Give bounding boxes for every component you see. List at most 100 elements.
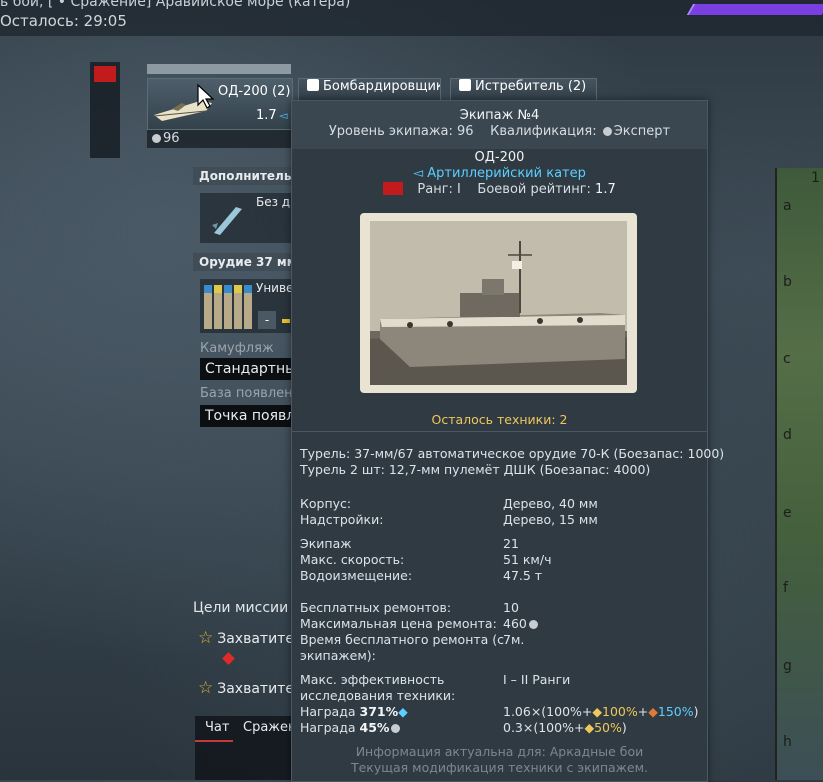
active-tab-underline [195,740,233,742]
qualification-label: Квалификация: [490,124,597,139]
star-icon: ☆ [198,628,214,648]
crew-title: Экипаж №4 [459,108,540,123]
vehicle-photo [360,213,637,393]
stat-label: Макс. эффективность [300,672,445,687]
section-additional: Дополнительно [193,167,291,185]
camouflage-select[interactable]: Стандартный [200,358,297,380]
stat-value: 460 [503,616,540,631]
reward-sl-label: Награда 45% [300,720,402,735]
map-grid-label: f [783,580,788,596]
map-grid-label: b [783,274,792,290]
vehicles-remaining: Осталось техники: 2 [431,412,568,427]
battle-rating-value: 1.7 [595,182,616,197]
section-gun: Орудие 37 мм [193,253,291,271]
map-grid-label: 1 [811,170,820,186]
silver-lions-icon [391,724,401,733]
stat-label: экипажем): [300,648,376,663]
tab-chat[interactable]: Чат [205,720,229,735]
slot-ammo[interactable]: Униве - [200,279,294,333]
vehicle-tooltip: Экипаж №4 Уровень экипажа: 96 Квалификац… [291,100,724,782]
map-grid-label: h [783,734,792,750]
qualification-value: Эксперт [613,124,671,139]
nation-column [90,62,120,158]
boat-photo-image [370,221,627,385]
stat-value: 10 [503,600,519,615]
vehicle-class: ◅ Артиллерийский катер [413,166,586,181]
vehicle-name-title: ОД-200 [474,150,525,165]
reward-sl-formula: 0.3×(100%+◆50%) [503,720,627,735]
dice-icon [459,79,471,91]
premium-icon: ◆ [592,704,603,719]
tooltip-divider [292,431,707,432]
stat-label: Экипаж [300,536,352,551]
vehicle-name: ОД-200 (2) [218,84,291,99]
reward-rp-pct: 371% [359,704,399,719]
chat-panel: Чат Сражен [195,716,297,780]
reward-rp-label: Награда 371%◆ [300,704,408,719]
stat-value: Дерево, 15 мм [503,512,598,527]
info-footer: Текущая модификация техники с экипажем. [350,760,649,775]
crew-gear-icon [152,134,161,143]
ammo-belt-icon [204,285,252,329]
stat-label: Макс. скорость: [300,552,405,567]
ammo-decrease-button[interactable]: - [258,311,276,329]
map-grid-label: e [783,505,792,521]
map-grid-label: c [783,351,791,367]
camouflage-label: Камуфляж [200,341,274,356]
boat-class-icon: ◅ [279,109,288,122]
star-icon: ☆ [198,678,214,698]
slot-additional[interactable]: Без д [200,193,292,243]
reward-sl-pct: 45% [359,720,390,735]
stat-label: Корпус: [300,496,352,511]
ammo-amount-bar [282,319,290,323]
torpedo-icon [212,207,242,235]
vehicle-slot-header [147,64,291,74]
turret-line: Турель: 37-мм/67 автоматическое орудие 7… [300,446,725,461]
ussr-flag-icon [94,66,116,82]
dice-icon [307,79,319,91]
mission-item: ☆ Захватите [198,678,294,698]
capture-point-icon [222,652,235,665]
silver-lions-icon [528,620,538,629]
reward-rp-formula: 1.06×(100%+◆100%+◆150%) [503,704,699,719]
stat-value: 7м. [503,632,525,647]
map-grid-label: d [783,427,792,443]
slot-ammo-label: Униве [256,281,294,295]
mission-item: ☆ Захватите [198,628,294,648]
research-points-icon: ◆ [398,704,408,719]
qualification-gear-icon [602,127,612,136]
stat-value: Дерево, 40 мм [503,496,598,511]
rank: Ранг: I [417,182,461,197]
spawn-label: База появлени [200,386,302,401]
mouse-cursor-icon [197,83,215,109]
crew-level-row: 96 [147,130,291,148]
tab-battle-log[interactable]: Сражен [243,720,297,735]
stat-label: Время бесплатного ремонта (с [300,632,505,647]
stat-value: I – II Ранги [503,672,571,687]
info-footer: Информация актуальна для: Аркадные бои [355,744,644,759]
turret-line: Турель 2 шт: 12,7-мм пулемёт ДШК (Боезап… [300,462,651,477]
ussr-flag-icon [383,182,404,195]
stat-label: Бесплатных ремонтов: [300,600,452,615]
slot-additional-label: Без д [256,195,291,209]
battle-rating-label: Боевой рейтинг: [477,182,591,197]
rank-row: Ранг: I Боевой рейтинг: 1.7 [292,182,707,197]
spawn-select[interactable]: Точка появл [200,405,297,427]
premium-icon: ◆ [584,720,595,735]
minimap[interactable]: 1 a b c d e f g h [775,168,823,780]
mission-objectives-title: Цели миссии [193,600,289,616]
battle-title: ь бой, [ • Сражение] Аравийское море (ка… [0,0,351,10]
stat-value: 51 км/ч [503,552,552,567]
crew-info-row: Уровень экипажа: 96 Квалификация: Экспер… [292,124,707,139]
crew-level: 96 [163,131,180,146]
stat-label: Водоизмещение: [300,568,413,583]
stat-value: 21 [503,536,519,551]
time-remaining: Осталось: 29:05 [0,12,127,30]
map-grid-label: g [783,658,792,674]
crew-level-text: Уровень экипажа: 96 [328,124,474,139]
stat-label: исследования техники: [300,688,456,703]
vehicle-card[interactable]: ОД-200 (2) 1.7 ◅ [147,78,293,130]
stat-label: Максимальная цена ремонта: [300,616,497,631]
booster-icon: ◆ [648,704,658,719]
stat-value: 47.5 т [503,568,543,583]
